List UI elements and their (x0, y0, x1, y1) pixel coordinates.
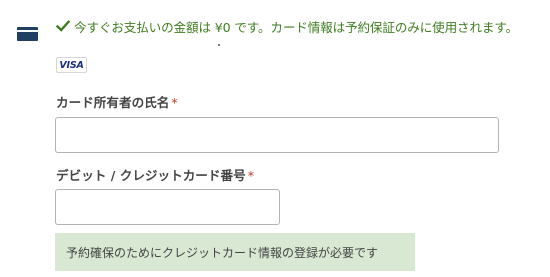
card-number-input[interactable] (55, 189, 280, 225)
check-icon (56, 20, 70, 32)
required-marker: * (171, 95, 178, 110)
payment-notice: 今すぐお支払いの金額は ¥0 です。カード情報は予約保証のみに使用されます。 (56, 16, 550, 36)
card-number-label: デビット / クレジットカード番号 * (56, 165, 254, 184)
cardholder-name-label-text: カード所有者の氏名 (56, 95, 170, 110)
cardholder-name-label: カード所有者の氏名 * (56, 92, 178, 111)
visa-logo-badge: VISA (56, 57, 87, 73)
payment-notice-text: 今すぐお支払いの金額は ¥0 です。カード情報は予約保証のみに使用されます。 (74, 19, 518, 35)
required-marker: * (247, 168, 254, 183)
card-required-info-text: 予約確保のためにクレジットカード情報の登録が必要です (66, 245, 379, 260)
cardholder-name-input[interactable] (55, 117, 499, 153)
card-number-label-text: デビット / クレジットカード番号 (56, 168, 246, 183)
decorative-dot (218, 44, 220, 46)
card-required-info-box: 予約確保のためにクレジットカード情報の登録が必要です (55, 233, 415, 271)
credit-card-icon (17, 27, 38, 41)
